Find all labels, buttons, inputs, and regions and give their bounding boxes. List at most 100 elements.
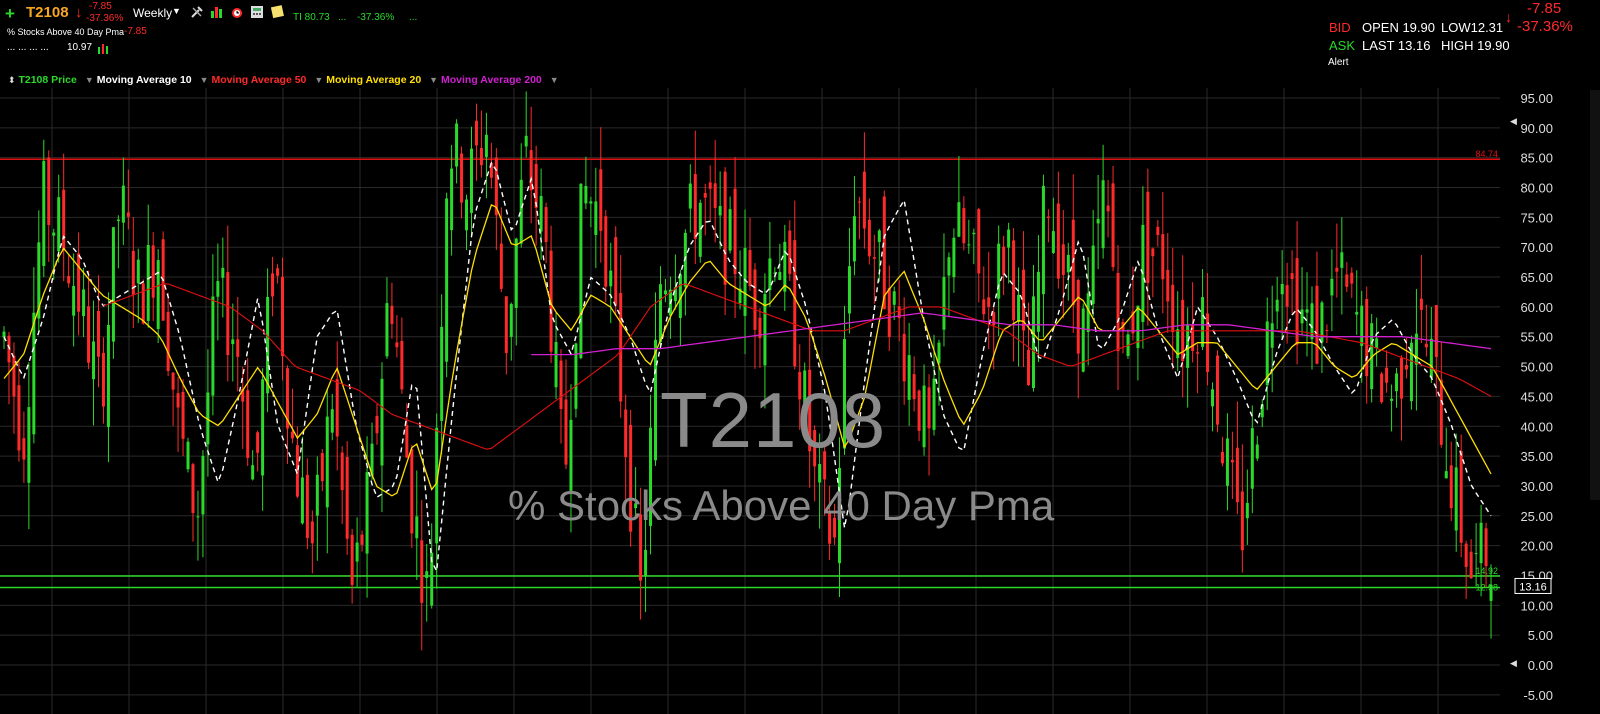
candle-body xyxy=(1424,343,1428,348)
alert-label[interactable]: Alert xyxy=(1328,57,1349,68)
legend-ma10-caret-icon[interactable]: ▼ xyxy=(200,75,209,85)
candle-body xyxy=(186,441,190,470)
candle-body xyxy=(987,297,991,308)
add-symbol-icon[interactable]: + xyxy=(5,4,15,24)
candle-body xyxy=(136,259,140,284)
y-tick-label: 55.00 xyxy=(1520,330,1553,345)
legend-expand-icon[interactable]: ⬍ xyxy=(8,75,16,85)
symbol-label[interactable]: T2108 xyxy=(26,4,69,21)
candle-body xyxy=(748,250,752,287)
candle-body xyxy=(574,343,578,409)
candle-body xyxy=(1166,269,1170,302)
candle-body xyxy=(718,205,722,216)
candle-body xyxy=(872,257,876,259)
y-tick-label: 40.00 xyxy=(1520,419,1553,434)
calculator-icon[interactable] xyxy=(250,5,264,24)
quote-change: -7.85 xyxy=(1527,0,1562,17)
candle-body xyxy=(688,183,692,209)
right-side-rail[interactable] xyxy=(1590,90,1600,500)
description-change: -7.85 xyxy=(124,26,147,37)
candle-body xyxy=(355,542,359,562)
y-tick-label: 65.00 xyxy=(1520,270,1553,285)
candle-body xyxy=(857,201,861,203)
legend-ma20-caret-icon[interactable]: ▼ xyxy=(429,75,438,85)
candle-body xyxy=(315,474,319,516)
candle-body xyxy=(276,268,280,276)
candle-body xyxy=(1434,305,1438,357)
y-tick-label: 60.00 xyxy=(1520,300,1553,315)
candle-body xyxy=(1419,298,1423,310)
candle-body xyxy=(1395,373,1399,392)
candle-body xyxy=(67,276,71,284)
candle-body xyxy=(221,267,225,278)
scroll-down-icon: ◀ xyxy=(1510,658,1517,668)
candle-body xyxy=(1250,428,1254,489)
ti-pct: -37.36% xyxy=(357,12,395,23)
candle-body xyxy=(2,331,6,338)
ti-text: TI 80.73 xyxy=(293,12,330,23)
candle-body xyxy=(1196,352,1200,354)
candle-body xyxy=(111,227,115,342)
candle-body xyxy=(1390,398,1394,401)
interval-select[interactable]: Weekly xyxy=(133,6,172,20)
quote-open: OPEN 19.90 xyxy=(1362,20,1435,35)
candle-body xyxy=(460,153,464,203)
quote-last: LAST 13.16 xyxy=(1362,38,1431,53)
candle-body xyxy=(499,243,503,289)
interval-dropdown-icon[interactable]: ▼ xyxy=(172,6,181,16)
y-tick-label: -5.00 xyxy=(1523,688,1553,703)
y-tick-label: 30.00 xyxy=(1520,479,1553,494)
candle-body xyxy=(246,390,250,458)
watermark-symbol: T2108 xyxy=(660,376,887,464)
legend-ma200[interactable]: Moving Average 200 xyxy=(441,74,542,86)
candle-body xyxy=(1017,294,1021,322)
candle-body xyxy=(818,463,822,483)
legend-ma50-caret-icon[interactable]: ▼ xyxy=(314,75,323,85)
candle-body xyxy=(141,283,145,324)
candle-body xyxy=(290,431,294,439)
candle-body xyxy=(101,352,105,407)
candle-body xyxy=(1056,203,1060,279)
candle-body xyxy=(47,157,51,226)
quote-arrow-icon: ↓ xyxy=(1505,9,1512,25)
candle-body xyxy=(395,342,399,348)
y-tick-label: 70.00 xyxy=(1520,240,1553,255)
candle-body xyxy=(156,260,160,329)
quote-change-pct: -37.36% xyxy=(1517,18,1573,35)
candle-body xyxy=(892,291,896,305)
candle-body xyxy=(554,342,558,388)
candle-body xyxy=(509,303,513,337)
tools-icon[interactable] xyxy=(190,5,204,24)
candle-body xyxy=(713,183,717,209)
legend-price-caret-icon[interactable]: ▼ xyxy=(85,75,94,85)
candle-body xyxy=(12,355,16,397)
y-tick-label: 90.00 xyxy=(1520,121,1553,136)
candle-body xyxy=(191,464,195,514)
candle-body xyxy=(907,355,911,400)
candle-body xyxy=(1459,450,1463,543)
candle-body xyxy=(216,281,220,297)
bar-chart-icon[interactable] xyxy=(210,5,224,24)
y-tick-label: 75.00 xyxy=(1520,210,1553,225)
candle-body xyxy=(569,419,573,491)
candle-body xyxy=(654,339,658,461)
legend-price[interactable]: T2108 Price xyxy=(18,74,76,86)
legend-ma50[interactable]: Moving Average 50 xyxy=(211,74,306,86)
candle-body xyxy=(126,212,130,217)
candle-body xyxy=(1360,305,1364,347)
candle-body xyxy=(604,216,608,287)
note-icon[interactable] xyxy=(271,5,285,24)
candle-body xyxy=(415,516,419,539)
legend-ma10[interactable]: Moving Average 10 xyxy=(97,74,192,86)
candle-body xyxy=(385,303,389,357)
candle-body xyxy=(947,257,951,276)
candle-body xyxy=(693,174,697,239)
candle-body xyxy=(867,219,871,257)
legend-ma20[interactable]: Moving Average 20 xyxy=(326,74,421,86)
candle-body xyxy=(1474,553,1478,555)
candle-body xyxy=(1116,272,1120,352)
alarm-clock-icon[interactable] xyxy=(230,5,244,24)
candle-body xyxy=(196,516,200,518)
legend-ma200-caret-icon[interactable]: ▼ xyxy=(550,75,559,85)
candle-body xyxy=(1051,231,1055,253)
